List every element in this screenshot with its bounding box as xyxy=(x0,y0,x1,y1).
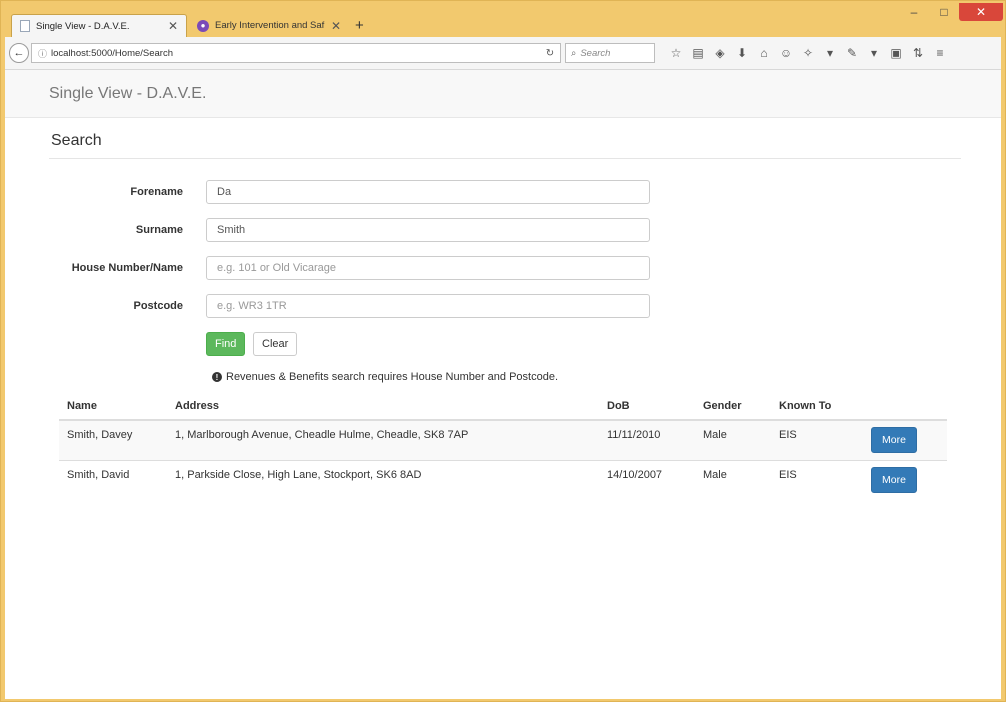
brand-link[interactable]: Single View - D.A.V.E. xyxy=(49,85,206,103)
table-row: Smith, Davey 1, Marlborough Avenue, Chea… xyxy=(59,420,947,460)
url-text: localhost:5000/Home/Search xyxy=(51,47,174,59)
search-icon: ⌕ xyxy=(571,47,577,59)
info-icon[interactable]: ⓘ xyxy=(38,47,47,60)
find-button[interactable]: Find xyxy=(206,332,246,356)
table-row: Smith, David 1, Parkside Close, High Lan… xyxy=(59,459,947,500)
page-viewport: Single View - D.A.V.E. Search Forename S… xyxy=(5,70,1001,699)
exclamation-circle-icon: ! xyxy=(212,372,222,382)
header-dob: DoB xyxy=(599,392,695,421)
sync-icon[interactable]: ⇅ xyxy=(907,46,929,60)
cell-gender: Male xyxy=(695,459,771,500)
window-controls: – □ ✕ xyxy=(899,3,1003,21)
forename-row: Forename xyxy=(49,180,650,204)
pen-icon[interactable]: ✎ xyxy=(841,46,863,60)
app-navbar: Single View - D.A.V.E. xyxy=(5,70,1001,118)
cell-known-to: EIS xyxy=(771,420,863,460)
cell-address: 1, Parkside Close, High Lane, Stockport,… xyxy=(167,459,599,500)
browser-window: Single View - D.A.V.E. ✕ ● Early Interve… xyxy=(0,0,1006,702)
more-button[interactable]: More xyxy=(871,427,917,453)
cell-known-to: EIS xyxy=(771,459,863,500)
close-window-icon[interactable]: ✕ xyxy=(959,3,1003,21)
home-icon[interactable]: ⌂ xyxy=(753,46,775,60)
hint-text: Revenues & Benefits search requires Hous… xyxy=(226,371,559,383)
cell-dob: 11/11/2010 xyxy=(599,420,695,460)
forename-label: Forename xyxy=(130,186,183,198)
table-header-row: Name Address DoB Gender Known To xyxy=(59,392,947,421)
page-icon xyxy=(20,20,30,32)
search-hint: ! Revenues & Benefits search requires Ho… xyxy=(212,371,558,383)
browser-toolbar: ← ⓘ localhost:5000/Home/Search ↻ ⌕ Searc… xyxy=(5,37,1001,70)
header-known-to: Known To xyxy=(771,392,863,421)
tab-title: Single View - D.A.V.E. xyxy=(36,20,130,32)
url-bar[interactable]: ⓘ localhost:5000/Home/Search ↻ xyxy=(31,43,561,63)
title-divider xyxy=(49,158,961,159)
new-tab-button[interactable]: + xyxy=(355,17,364,34)
dropdown-arrow-icon[interactable]: ▾ xyxy=(863,46,885,60)
postcode-input[interactable] xyxy=(206,294,650,318)
cell-address: 1, Marlborough Avenue, Cheadle Hulme, Ch… xyxy=(167,420,599,460)
extension-icon[interactable]: ✧ xyxy=(797,46,819,60)
cell-gender: Male xyxy=(695,420,771,460)
house-label: House Number/Name xyxy=(71,262,183,274)
cell-action: More xyxy=(863,459,947,500)
toolbar-icons: ☆ ▤ ◈ ⬇ ⌂ ☺ ✧ ▾ ✎ ▾ ▣ ⇅ ≡ xyxy=(665,43,951,63)
search-container: Search Forename Surname House Number/Nam… xyxy=(49,128,961,500)
cell-dob: 14/10/2007 xyxy=(599,459,695,500)
close-tab-icon[interactable]: ✕ xyxy=(168,19,178,33)
download-icon[interactable]: ⬇ xyxy=(731,46,753,60)
reload-icon[interactable]: ↻ xyxy=(540,48,560,59)
header-gender: Gender xyxy=(695,392,771,421)
reading-list-icon[interactable]: ▤ xyxy=(687,46,709,60)
search-placeholder: Search xyxy=(580,47,611,59)
more-button[interactable]: More xyxy=(871,466,917,493)
close-tab-icon[interactable]: ✕ xyxy=(331,19,341,33)
bookmark-star-icon[interactable]: ☆ xyxy=(665,46,687,60)
smiley-icon[interactable]: ☺ xyxy=(775,46,797,60)
header-address: Address xyxy=(167,392,599,421)
header-name: Name xyxy=(59,392,167,421)
screenshot-icon[interactable]: ▣ xyxy=(885,46,907,60)
tab-bar: Single View - D.A.V.E. ✕ ● Early Interve… xyxy=(1,1,1005,37)
back-arrow-icon[interactable]: ← xyxy=(9,43,29,63)
surname-label: Surname xyxy=(135,224,183,236)
browser-search-box[interactable]: ⌕ Search xyxy=(565,43,655,63)
page-title: Search xyxy=(51,132,102,149)
pocket-icon[interactable]: ◈ xyxy=(709,46,731,60)
postcode-row: Postcode xyxy=(49,294,650,318)
cell-action: More xyxy=(863,420,947,460)
menu-icon[interactable]: ≡ xyxy=(929,46,951,60)
house-row: House Number/Name xyxy=(49,256,650,280)
postcode-label: Postcode xyxy=(133,300,183,312)
house-number-input[interactable] xyxy=(206,256,650,280)
globe-icon: ● xyxy=(197,19,209,32)
minimize-icon[interactable]: – xyxy=(899,3,929,21)
forename-input[interactable] xyxy=(206,180,650,204)
results-table: Name Address DoB Gender Known To Smith, … xyxy=(59,392,947,500)
tab-early-intervention[interactable]: ● Early Intervention and Saf... ✕ xyxy=(189,14,349,37)
cell-name: Smith, David xyxy=(59,459,167,500)
surname-row: Surname xyxy=(49,218,650,242)
tab-single-view[interactable]: Single View - D.A.V.E. ✕ xyxy=(11,14,187,37)
header-actions xyxy=(863,392,947,421)
maximize-icon[interactable]: □ xyxy=(929,3,959,21)
clear-button[interactable]: Clear xyxy=(253,332,298,356)
surname-input[interactable] xyxy=(206,218,650,242)
tab-title: Early Intervention and Saf... xyxy=(215,20,325,31)
dropdown-arrow-icon[interactable]: ▾ xyxy=(819,46,841,60)
cell-name: Smith, Davey xyxy=(59,420,167,460)
